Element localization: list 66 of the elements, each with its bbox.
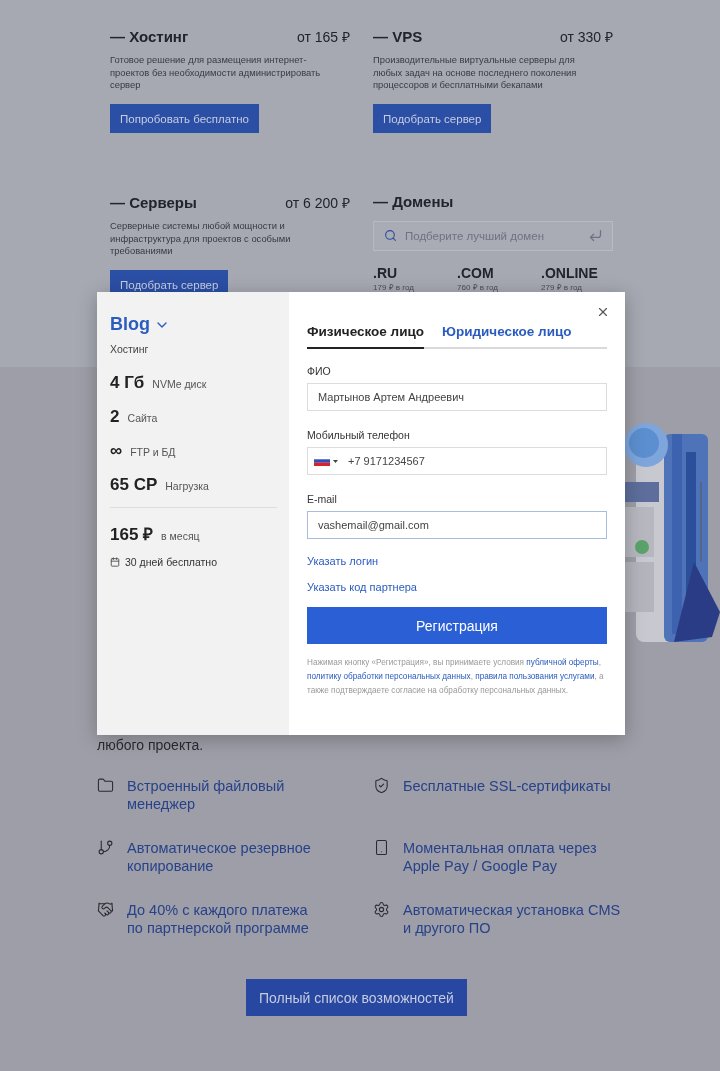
intro-text: любого проекта. xyxy=(97,737,205,753)
handshake-icon xyxy=(97,901,114,918)
legal-link[interactable]: правила пользования услугами xyxy=(475,672,595,681)
domain-price: 179 ₽ в год xyxy=(373,282,415,292)
spec-label: FTP и БД xyxy=(130,446,176,458)
domain-zone: .ONLINE xyxy=(541,265,599,281)
card-title: — VPS xyxy=(373,28,423,45)
domain-price: 760 ₽ в год xyxy=(457,282,499,292)
spec-value: 4 Гб xyxy=(110,373,145,393)
close-button[interactable] xyxy=(596,305,610,319)
spec-value: 2 xyxy=(110,407,120,427)
price: от 165 ₽ xyxy=(296,28,350,46)
domain-zone: .RU xyxy=(373,265,399,281)
plan-dropdown[interactable]: Blog xyxy=(110,314,170,335)
input-field[interactable]: vashemail@gmail.com xyxy=(307,511,607,539)
feature-text: Бесплатные SSL-сертификаты xyxy=(403,777,612,795)
domain-price: 279 ₽ в год xyxy=(541,282,583,292)
field-label: E-mail xyxy=(307,493,338,505)
spec-label: NVMe диск xyxy=(152,378,207,390)
shield-icon xyxy=(373,777,390,794)
legal-link[interactable]: политику обработки персональных данных xyxy=(307,672,471,681)
card-description: Готовое решение для размещения интернет-проектов без необходимости администрировать сервер xyxy=(110,54,322,92)
spec-value: 65 CP xyxy=(110,475,158,495)
phone-field[interactable]: +7 9171234567 xyxy=(307,447,607,475)
card-button[interactable]: Подобрать сервер xyxy=(373,104,492,133)
feature-text: Автоматическое резервное копирование xyxy=(127,839,312,875)
field-label: ФИО xyxy=(307,365,332,377)
register-button[interactable]: Регистрация xyxy=(307,607,607,644)
domain-zone: .COM xyxy=(457,265,495,281)
card-description: Серверные системы любой мощности и инфраструктура для проектов с особыми требованиями xyxy=(110,220,292,258)
spec-label: Сайта xyxy=(127,412,158,424)
feature-text: Моментальная оплата через Apple Pay / Google Pay xyxy=(403,839,598,875)
card-title: — Серверы xyxy=(110,194,197,211)
input-field[interactable]: Мартынов Артем Андреевич xyxy=(307,383,607,411)
spec-value: ∞ xyxy=(110,441,123,461)
feature-text: Автоматическая установка CMS и другого ПО xyxy=(403,901,621,937)
link[interactable]: Указать логин xyxy=(307,555,379,567)
calendar-icon xyxy=(110,557,120,567)
folder-icon xyxy=(97,777,114,794)
domain-search-field[interactable]: Подберите лучший домен xyxy=(373,221,613,251)
plan-category: Хостинг xyxy=(110,343,150,355)
price: от 330 ₽ xyxy=(559,28,613,46)
card-title: — Хостинг xyxy=(110,28,189,45)
branch-icon xyxy=(97,839,114,856)
flag-icon xyxy=(314,456,338,466)
search-icon xyxy=(384,229,397,242)
plan-price: 165 ₽ xyxy=(110,524,154,545)
features-button[interactable]: Полный список возможностей xyxy=(246,979,467,1016)
price: от 6 200 ₽ xyxy=(285,194,350,212)
feature-text: Встроенный файловый менеджер xyxy=(127,777,286,813)
phone-icon xyxy=(373,839,390,856)
link[interactable]: Указать код партнера xyxy=(307,581,417,593)
card-description: Производительные виртуальные серверы для любых задач на основе последнего поколения процессоров и бесплатными бекапами xyxy=(373,54,578,92)
legal-link[interactable]: публичной оферты xyxy=(526,658,599,667)
card-button[interactable]: Попробовать бесплатно xyxy=(110,104,259,133)
trial-text: 30 дней бесплатно xyxy=(125,556,217,568)
legal-text: Нажимая кнопку «Регистрация», вы принимаете условия публичной оферты, политику обработки персональных данных, правила пользования услугами, а также подтверждаете согласие на обработку персональных данных. xyxy=(307,657,605,697)
tab[interactable]: Физическое лицо xyxy=(307,324,424,349)
spec-label: Нагрузка xyxy=(165,480,209,492)
tab[interactable]: Юридическое лицо xyxy=(442,324,572,349)
enter-icon xyxy=(588,228,603,243)
field-label: Мобильный телефон xyxy=(307,429,411,441)
card-title: — Домены xyxy=(373,193,454,210)
settings-icon xyxy=(373,901,390,918)
feature-text: До 40% с каждого платежа по партнерской программе xyxy=(127,901,310,937)
price-period: в месяц xyxy=(161,530,200,542)
